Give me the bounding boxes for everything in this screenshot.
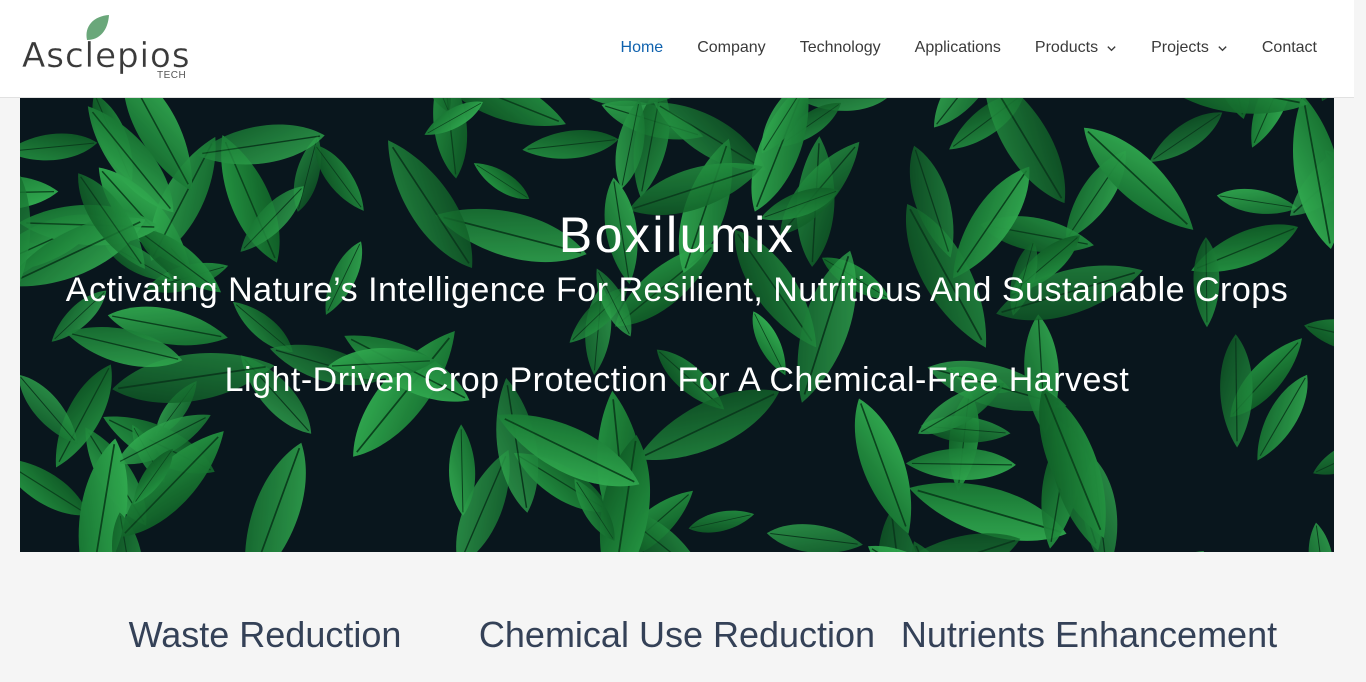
leaves-background-image <box>20 98 1334 552</box>
feature-chemical-use-reduction: Chemical Use Reduction <box>478 614 876 655</box>
hero-tagline: Light-Driven Crop Protection For A Chemi… <box>224 361 1130 399</box>
nav-home[interactable]: Home <box>604 0 681 96</box>
nav-contact[interactable]: Contact <box>1245 0 1317 96</box>
feature-waste-reduction: Waste Reduction <box>128 614 402 655</box>
nav-projects[interactable]: Projects <box>1134 0 1245 96</box>
main-nav: Home Company Technology Applications Pro… <box>604 0 1317 96</box>
nav-products[interactable]: Products <box>1018 0 1134 96</box>
logo-tag: TECH <box>157 70 187 81</box>
hero-title: Boxilumix <box>558 207 796 263</box>
chevron-down-icon <box>1218 45 1227 51</box>
logo[interactable]: Asclepios TECH <box>20 14 190 82</box>
chevron-down-icon <box>1107 45 1116 51</box>
hero-banner: Boxilumix Activating Nature’s Intelligen… <box>20 98 1334 552</box>
hero-subtitle: Activating Nature’s Intelligence For Res… <box>65 271 1289 309</box>
nav-technology[interactable]: Technology <box>783 0 898 96</box>
nav-company[interactable]: Company <box>680 0 782 96</box>
features-section: Waste Reduction Chemical Use Reduction N… <box>0 552 1366 682</box>
nav-applications[interactable]: Applications <box>898 0 1018 96</box>
site-header: Asclepios TECH Home Company Technology A… <box>0 0 1354 98</box>
feature-nutrients-enhancement: Nutrients Enhancement <box>900 614 1278 655</box>
